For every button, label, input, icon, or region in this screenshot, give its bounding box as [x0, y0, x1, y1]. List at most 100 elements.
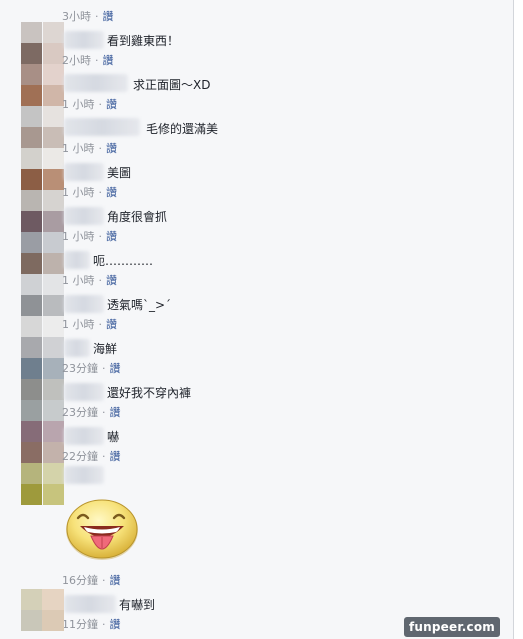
- comment-time: 1 小時: [62, 98, 95, 111]
- like-link[interactable]: 讚: [103, 10, 114, 23]
- comment-meta: 22分鐘 · 讚: [62, 448, 121, 464]
- avatar-pixel: [21, 358, 42, 379]
- avatar-pixel: [21, 442, 42, 463]
- censored-username: [64, 339, 90, 357]
- censored-username: [64, 163, 104, 181]
- censored-avatars: [21, 22, 64, 505]
- comment-time: 1 小時: [62, 142, 95, 155]
- comment-time: 3小時: [62, 10, 91, 23]
- like-link[interactable]: 讚: [106, 318, 117, 331]
- avatar-pixel: [21, 463, 42, 484]
- separator: ·: [102, 574, 106, 587]
- avatar-pixel: [43, 127, 64, 148]
- avatar-pixel: [43, 316, 64, 337]
- comment-time: 1 小時: [62, 274, 95, 287]
- avatar-pixel: [43, 106, 64, 127]
- avatar-pixel: [21, 190, 42, 211]
- comment-meta: 23分鐘 · 讚: [62, 360, 121, 376]
- avatar-pixel: [43, 337, 64, 358]
- avatar-pixel: [43, 484, 64, 505]
- comment-meta: 1 小時 · 讚: [62, 96, 117, 112]
- avatar-pixel: [43, 85, 64, 106]
- avatar-pixel: [21, 211, 42, 232]
- comment-time: 23分鐘: [62, 406, 98, 419]
- avatar-pixel: [43, 232, 64, 253]
- avatar-pixel: [21, 43, 42, 64]
- like-link[interactable]: 讚: [110, 618, 121, 631]
- censored-username: [64, 466, 104, 484]
- comment-text: 求正面圖～XD: [133, 78, 211, 92]
- avatar-pixel: [43, 379, 64, 400]
- comment-text: 美圖: [107, 166, 132, 180]
- censored-username: [64, 295, 104, 313]
- comment-meta: 1 小時 · 讚: [62, 184, 117, 200]
- avatar-pixel: [21, 169, 42, 190]
- avatar-pixel: [43, 295, 64, 316]
- comment-time: 1 小時: [62, 186, 95, 199]
- avatar-pixel: [43, 43, 64, 64]
- avatar-pixel: [21, 337, 42, 358]
- avatar-pixel: [21, 85, 42, 106]
- like-link[interactable]: 讚: [110, 450, 121, 463]
- avatar-pixel: [21, 295, 42, 316]
- censored-avatar: [21, 589, 64, 631]
- avatar-pixel: [21, 379, 42, 400]
- like-link[interactable]: 讚: [110, 362, 121, 375]
- censored-username: [64, 74, 128, 92]
- like-link[interactable]: 讚: [110, 574, 121, 587]
- avatar-pixel: [21, 64, 42, 85]
- separator: ·: [102, 618, 106, 631]
- avatar-pixel: [43, 169, 64, 190]
- comment-meta: 1 小時 · 讚: [62, 228, 117, 244]
- comment-text: 呃…………: [93, 254, 154, 268]
- avatar-pixel: [43, 64, 64, 85]
- avatar-pixel: [43, 400, 64, 421]
- comment-text: 有嚇到: [119, 598, 156, 612]
- avatar-pixel: [21, 274, 42, 295]
- comment-text: 毛修的還滿美: [146, 122, 219, 136]
- comment-meta: 16分鐘 · 讚: [62, 572, 121, 588]
- separator: ·: [98, 274, 103, 287]
- like-link[interactable]: 讚: [106, 274, 117, 287]
- like-link[interactable]: 讚: [106, 98, 117, 111]
- avatar-pixel: [21, 106, 42, 127]
- comment-time: 1 小時: [62, 230, 95, 243]
- comment-meta: 1 小時 · 讚: [62, 140, 117, 156]
- censored-username: [64, 595, 116, 613]
- like-link[interactable]: 讚: [110, 406, 121, 419]
- censored-username: [64, 427, 104, 445]
- comment-text: 還好我不穿內褲: [107, 386, 192, 400]
- comment-text: 嚇: [107, 430, 120, 444]
- comment-time: 16分鐘: [62, 574, 98, 587]
- comment-time: 22分鐘: [62, 450, 98, 463]
- like-link[interactable]: 讚: [106, 142, 117, 155]
- avatar-pixel: [21, 148, 42, 169]
- comment-time: 23分鐘: [62, 362, 98, 375]
- comment-meta: 11分鐘 · 讚: [62, 616, 121, 632]
- separator: ·: [98, 230, 103, 243]
- comment-time: 1 小時: [62, 318, 95, 331]
- censored-username: [64, 118, 140, 136]
- like-link[interactable]: 讚: [103, 54, 114, 67]
- like-link[interactable]: 讚: [106, 186, 117, 199]
- separator: ·: [98, 142, 103, 155]
- separator: ·: [102, 406, 106, 419]
- comment-text: 看到雞東西！: [107, 34, 180, 48]
- censored-username: [64, 31, 104, 49]
- comment-text: 角度很會抓: [107, 210, 168, 224]
- avatar-pixel: [21, 484, 42, 505]
- avatar-pixel: [21, 253, 42, 274]
- comment-time: 11分鐘: [62, 618, 98, 631]
- avatar-pixel: [43, 22, 64, 43]
- avatar-pixel: [21, 127, 42, 148]
- like-link[interactable]: 讚: [106, 230, 117, 243]
- panel-edge: [514, 0, 523, 639]
- censored-username: [64, 383, 104, 401]
- avatar-pixel: [43, 190, 64, 211]
- separator: ·: [95, 10, 99, 23]
- avatar-pixel: [43, 358, 64, 379]
- avatar-pixel: [43, 211, 64, 232]
- separator: ·: [102, 450, 106, 463]
- avatar-pixel: [21, 316, 42, 337]
- avatar-pixel: [43, 421, 64, 442]
